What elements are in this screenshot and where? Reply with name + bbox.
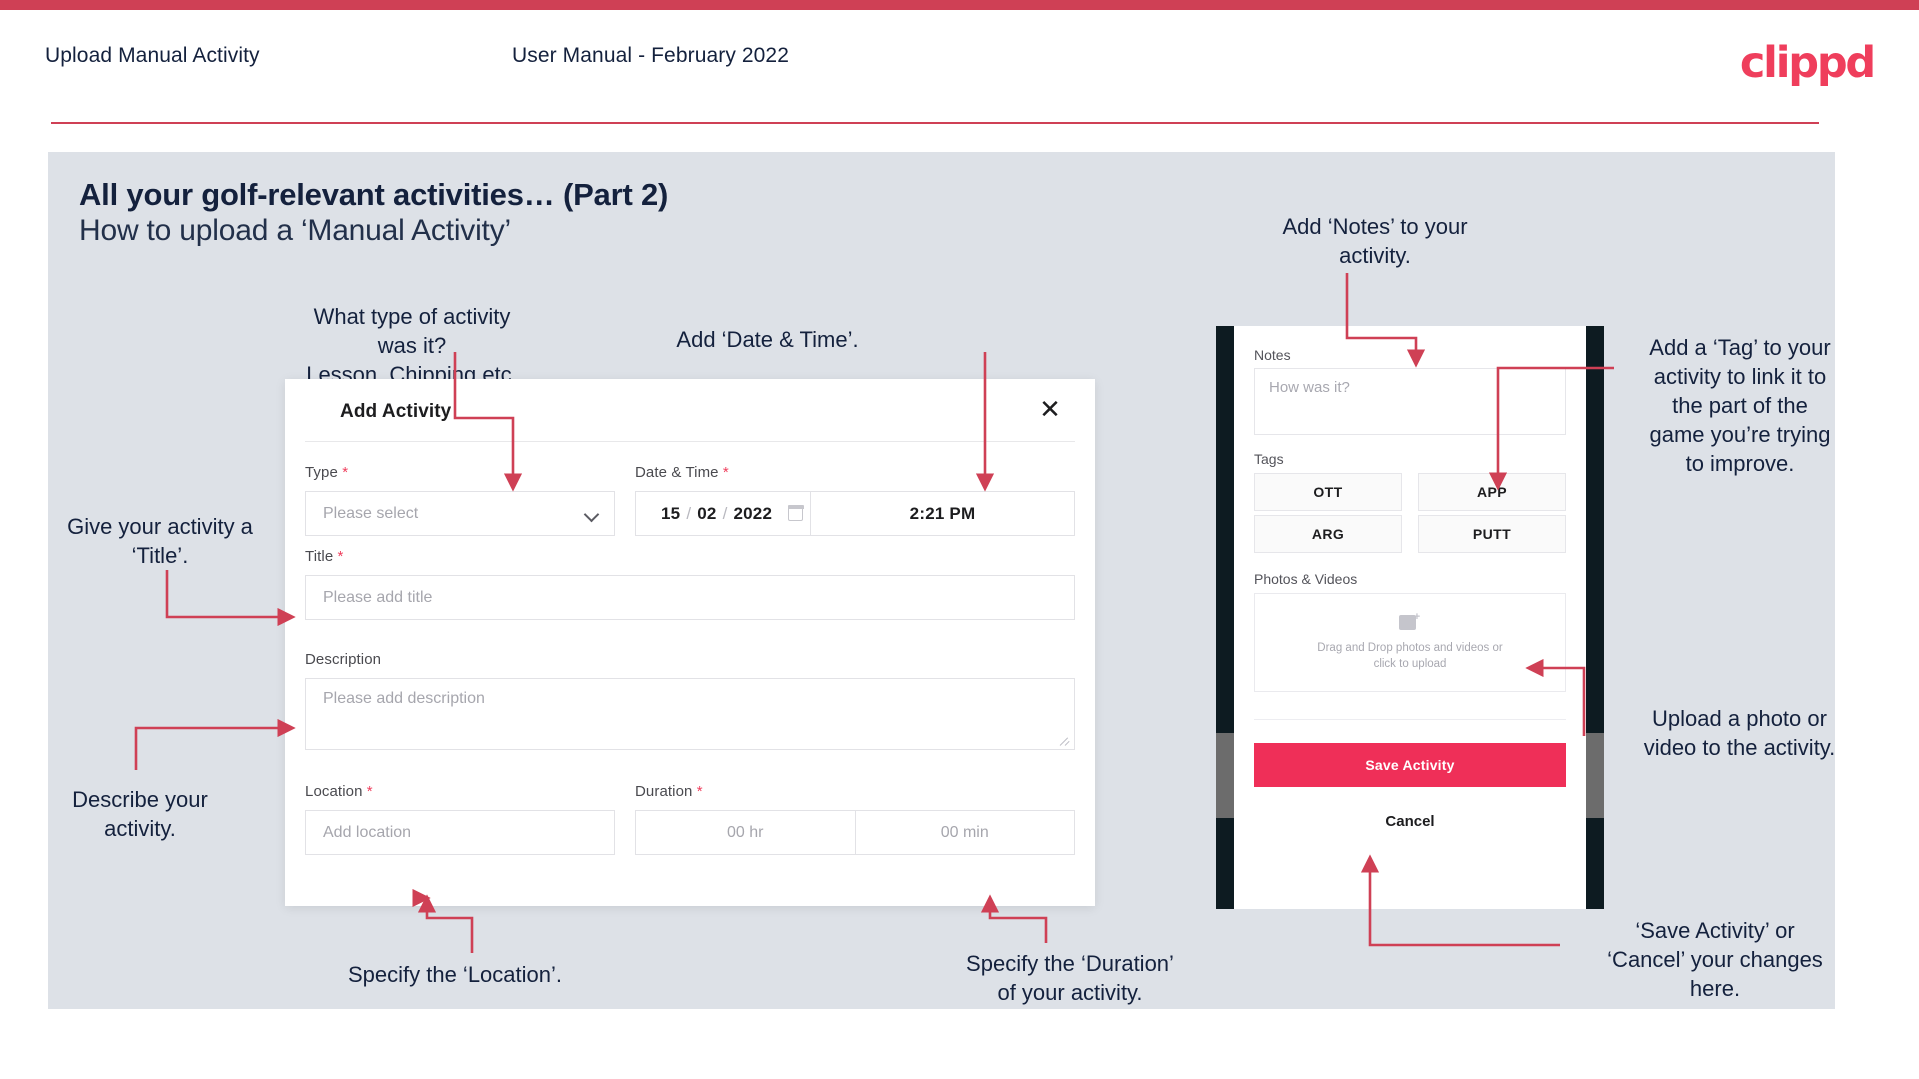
date-year: 2022 bbox=[733, 503, 773, 523]
date-day: 15 bbox=[661, 503, 681, 523]
location-label-text: Location bbox=[305, 783, 363, 800]
annotation-duration: Specify the ‘Duration’ of your activity. bbox=[966, 951, 1174, 1005]
phone-mockup: Notes How was it? Tags OTT APP ARG PUTT … bbox=[1216, 326, 1604, 909]
add-image-icon: + bbox=[1399, 612, 1421, 631]
dialog-title: Add Activity bbox=[340, 401, 452, 422]
datetime-label-text: Date & Time bbox=[635, 464, 719, 481]
duration-hours-value: 00 hr bbox=[727, 823, 764, 841]
top-accent-bar bbox=[0, 0, 1919, 10]
tag-app[interactable]: APP bbox=[1418, 473, 1566, 511]
notes-placeholder: How was it? bbox=[1269, 379, 1350, 396]
date-separator: / bbox=[686, 503, 692, 523]
title-label: Title * bbox=[305, 548, 344, 565]
calendar-icon[interactable] bbox=[787, 505, 804, 521]
description-placeholder: Please add description bbox=[323, 690, 485, 707]
cancel-button[interactable]: Cancel bbox=[1254, 801, 1566, 841]
tag-ott[interactable]: OTT bbox=[1254, 473, 1402, 511]
duration-label: Duration * bbox=[635, 783, 703, 800]
notes-textarea[interactable]: How was it? bbox=[1254, 368, 1566, 435]
tag-putt[interactable]: PUTT bbox=[1418, 515, 1566, 553]
notes-label: Notes bbox=[1254, 347, 1291, 363]
description-label-text: Description bbox=[305, 651, 382, 668]
time-input[interactable]: 2:21 PM bbox=[811, 492, 1074, 535]
phone-side-button-left bbox=[1216, 733, 1234, 818]
required-marker: * bbox=[692, 783, 703, 800]
annotation-tags: Add a ‘Tag’ to your activity to link it … bbox=[1649, 335, 1831, 476]
phone-frame-left bbox=[1216, 326, 1234, 909]
page-title: Upload Manual Activity bbox=[45, 44, 260, 67]
photos-videos-label: Photos & Videos bbox=[1254, 571, 1358, 587]
phone-side-button-right bbox=[1586, 733, 1604, 818]
annotation-title: Give your activity a ‘Title’. bbox=[67, 514, 253, 568]
tags-label: Tags bbox=[1254, 451, 1284, 467]
required-marker: * bbox=[333, 548, 344, 565]
add-activity-dialog: Add Activity ✕ Type * Please select Date… bbox=[285, 379, 1095, 906]
chevron-down-icon bbox=[586, 508, 598, 520]
datetime-field: 15 / 02 / 2022 2:21 PM bbox=[635, 491, 1075, 536]
annotation-save-cancel: ‘Save Activity’ or ‘Cancel’ your changes… bbox=[1607, 918, 1823, 1001]
datetime-label: Date & Time * bbox=[635, 464, 729, 481]
annotation-notes: Add ‘Notes’ to your activity. bbox=[1282, 214, 1468, 268]
title-placeholder: Please add title bbox=[323, 588, 433, 606]
location-input[interactable]: Add location bbox=[305, 810, 615, 855]
phone-screen: Notes How was it? Tags OTT APP ARG PUTT … bbox=[1234, 326, 1586, 909]
type-select[interactable]: Please select bbox=[305, 491, 615, 536]
phone-frame-right bbox=[1586, 326, 1604, 909]
save-activity-button[interactable]: Save Activity bbox=[1254, 743, 1566, 787]
header-subtitle: User Manual - February 2022 bbox=[512, 44, 789, 67]
header-divider bbox=[51, 122, 1819, 124]
phone-divider bbox=[1254, 719, 1566, 720]
duration-hours-input[interactable]: 00 hr bbox=[636, 811, 855, 854]
date-input[interactable]: 15 / 02 / 2022 bbox=[636, 492, 811, 535]
title-label-text: Title bbox=[305, 548, 334, 565]
dialog-header: Add Activity ✕ bbox=[285, 379, 1095, 441]
required-marker: * bbox=[337, 464, 349, 481]
description-label: Description bbox=[305, 651, 381, 668]
date-separator: / bbox=[722, 503, 728, 523]
description-textarea[interactable]: Please add description bbox=[305, 678, 1075, 750]
close-icon[interactable]: ✕ bbox=[1033, 392, 1067, 426]
annotation-description: Describe your activity. bbox=[72, 787, 208, 841]
clippd-logo: clippd bbox=[1739, 38, 1876, 88]
required-marker: * bbox=[362, 783, 373, 800]
dropzone-text: Drag and Drop photos and videos or click… bbox=[1317, 642, 1503, 670]
type-placeholder: Please select bbox=[323, 504, 419, 522]
duration-minutes-input[interactable]: 00 min bbox=[854, 811, 1075, 854]
annotation-upload: Upload a photo or video to the activity. bbox=[1643, 706, 1836, 760]
tag-arg[interactable]: ARG bbox=[1254, 515, 1402, 553]
time-value: 2:21 PM bbox=[909, 503, 976, 523]
date-month: 02 bbox=[697, 503, 717, 523]
location-placeholder: Add location bbox=[323, 823, 412, 841]
resize-handle-icon[interactable] bbox=[1060, 736, 1071, 747]
required-marker: * bbox=[718, 464, 729, 481]
type-label-text: Type bbox=[305, 464, 338, 481]
photo-upload-dropzone[interactable]: + Drag and Drop photos and videos or cli… bbox=[1254, 593, 1566, 692]
duration-label-text: Duration bbox=[635, 783, 693, 800]
duration-minutes-value: 00 min bbox=[940, 823, 989, 841]
annotation-type: What type of activity was it? Lesson, Ch… bbox=[306, 304, 518, 387]
annotation-location: Specify the ‘Location’. bbox=[347, 962, 563, 987]
slide-page: Upload Manual Activity User Manual - Feb… bbox=[0, 0, 1919, 1079]
slide-heading: All your golf-relevant activities… (Part… bbox=[79, 177, 669, 212]
location-label: Location * bbox=[305, 783, 373, 800]
dialog-divider bbox=[305, 441, 1075, 442]
type-label: Type * bbox=[305, 464, 348, 481]
slide-subheading: How to upload a ‘Manual Activity’ bbox=[79, 214, 511, 247]
duration-field: 00 hr 00 min bbox=[635, 810, 1075, 855]
annotation-datetime: Add ‘Date & Time’. bbox=[676, 327, 859, 352]
title-input[interactable]: Please add title bbox=[305, 575, 1075, 620]
